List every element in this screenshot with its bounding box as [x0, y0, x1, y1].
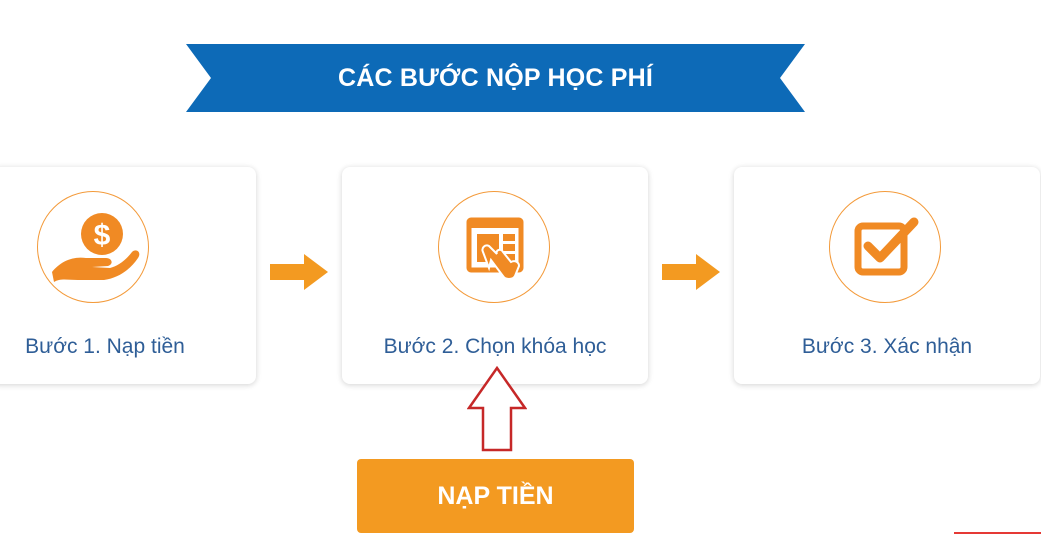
step-card-2[interactable]: Bước 2. Chọn khóa học	[342, 167, 648, 384]
payment-steps-page: CÁC BƯỚC NỘP HỌC PHÍ $ Bước 1. Nạp tiền	[0, 0, 1041, 535]
step-2-label: Bước 2. Chọn khóa học	[383, 335, 607, 358]
svg-text:$: $	[94, 219, 111, 252]
step-1-label: Bước 1. Nạp tiền	[25, 335, 185, 358]
right-arrow-icon	[662, 254, 720, 290]
right-arrow-icon	[270, 254, 328, 290]
banner-title: CÁC BƯỚC NỘP HỌC PHÍ	[337, 64, 654, 92]
money-hand-icon: $	[52, 213, 140, 282]
step-2-icon-circle	[438, 191, 550, 303]
select-course-icon	[466, 217, 524, 280]
step-card-1[interactable]: $ Bước 1. Nạp tiền	[0, 167, 256, 384]
up-arrow-pointer-icon	[467, 366, 527, 452]
step-card-3[interactable]: Bước 3. Xác nhận	[734, 167, 1040, 384]
step-3-label: Bước 3. Xác nhận	[801, 335, 973, 358]
step-1-icon-circle: $	[37, 191, 149, 303]
checkbox-confirm-icon	[854, 217, 919, 276]
step-3-icon-circle	[829, 191, 941, 303]
steps-banner: CÁC BƯỚC NỘP HỌC PHÍ	[186, 44, 805, 112]
decorative-red-line	[954, 532, 1041, 534]
nap-tien-button[interactable]: NẠP TIỀN	[357, 459, 634, 533]
